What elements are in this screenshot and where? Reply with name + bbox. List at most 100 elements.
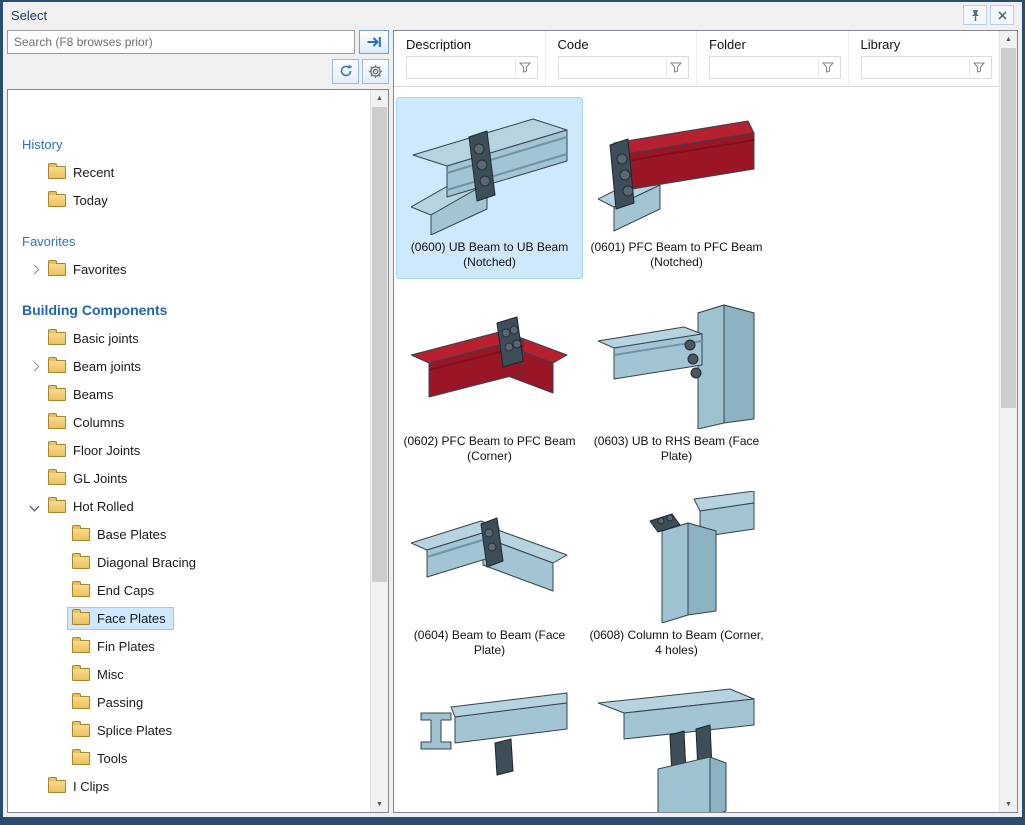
tree-item-passing[interactable]: Passing (16, 688, 370, 716)
tree-item-gl-joints[interactable]: GL Joints (16, 464, 370, 492)
tree-item-label: Beam joints (73, 359, 141, 374)
tree-item-end-caps[interactable]: End Caps (16, 576, 370, 604)
tree-gap (16, 214, 370, 227)
tree-scrollbar[interactable]: ▲ ▼ (370, 90, 388, 812)
description-filter-input[interactable] (406, 56, 538, 79)
refresh-icon (339, 64, 353, 78)
tree-item-beam-joints[interactable]: Beam joints (16, 352, 370, 380)
chevron-right-icon (30, 264, 40, 274)
tree-item-label: Base Plates (97, 527, 166, 542)
tree-item-beams[interactable]: Beams (16, 380, 370, 408)
tree-section-history[interactable]: History (16, 130, 370, 158)
tree-scroll-thumb[interactable] (372, 107, 387, 582)
tree-item-floor-joints[interactable]: Floor Joints (16, 436, 370, 464)
thumbnail-partial-2-image (598, 685, 756, 812)
tree-section-label: Favorites (22, 234, 75, 249)
tree-item-splice-plates[interactable]: Splice Plates (16, 716, 370, 744)
tree-item-tools[interactable]: Tools (16, 744, 370, 772)
funnel-icon (670, 62, 682, 73)
tree-item-misc[interactable]: Misc (16, 660, 370, 688)
folder-icon (72, 640, 90, 653)
close-icon (997, 10, 1008, 21)
component-tile-0602[interactable]: (0602) PFC Beam to PFC Beam (Corner) (396, 291, 583, 473)
component-tile-0608[interactable]: (0608) Column to Beam (Corner, 4 holes) (583, 485, 770, 667)
search-go-button[interactable] (359, 30, 389, 54)
chevron-right-icon (30, 361, 40, 371)
expand-toggle[interactable] (26, 363, 43, 370)
tree-item-base-plates[interactable]: Base Plates (16, 520, 370, 548)
folder-icon (48, 263, 66, 276)
column-library[interactable]: Library (848, 31, 1000, 86)
catalog-tree: History Recent Today Favorites F (7, 89, 389, 813)
tree-item-label: GL Joints (73, 471, 127, 486)
tree-item-face-plates[interactable]: Face Plates (16, 604, 370, 632)
arrow-right-icon (366, 35, 382, 49)
tree-item-favorites[interactable]: Favorites (16, 255, 370, 283)
folder-icon (72, 752, 90, 765)
tree-item-recent[interactable]: Recent (16, 158, 370, 186)
folder-icon (48, 332, 66, 345)
scroll-up-icon[interactable]: ▲ (371, 90, 388, 106)
component-caption: (0603) UB to RHS Beam (Face Plate) (589, 434, 765, 466)
tree-item-label: Fin Plates (97, 639, 155, 654)
component-tile-partial-2[interactable] (583, 679, 770, 812)
column-label: Description (406, 37, 538, 52)
scroll-up-icon[interactable]: ▲ (1000, 31, 1017, 47)
collapse-toggle[interactable] (26, 503, 43, 510)
tree-section-building-components[interactable]: Building Components (16, 296, 370, 324)
component-tile-0600[interactable]: (0600) UB Beam to UB Beam (Notched) (396, 97, 583, 279)
scroll-down-icon[interactable]: ▼ (371, 796, 388, 812)
component-tile-0603[interactable]: (0603) UB to RHS Beam (Face Plate) (583, 291, 770, 473)
close-button[interactable] (990, 5, 1014, 25)
filter-button[interactable] (969, 59, 988, 76)
code-filter-input[interactable] (558, 56, 690, 79)
thumbnail-0601-image (598, 103, 756, 235)
tree-item-fin-plates[interactable]: Fin Plates (16, 632, 370, 660)
refresh-button[interactable] (332, 59, 359, 84)
tree-section-favorites[interactable]: Favorites (16, 227, 370, 255)
grid-scroll-thumb[interactable] (1001, 48, 1016, 408)
component-browser: Description Code F (393, 30, 1018, 813)
tree-item-diagonal-bracing[interactable]: Diagonal Bracing (16, 548, 370, 576)
grid-scrollbar[interactable]: ▲ ▼ (999, 31, 1017, 812)
funnel-icon (973, 62, 985, 73)
folder-icon (72, 528, 90, 541)
tree-item-columns[interactable]: Columns (16, 408, 370, 436)
pin-button[interactable] (963, 5, 987, 25)
scroll-down-icon[interactable]: ▼ (1000, 796, 1017, 812)
pin-icon (969, 9, 982, 22)
component-tile-0604[interactable]: (0604) Beam to Beam (Face Plate) (396, 485, 583, 667)
component-tile-partial-1[interactable] (396, 679, 583, 812)
tree-item-hot-rolled[interactable]: Hot Rolled (16, 492, 370, 520)
folder-icon (48, 194, 66, 207)
chevron-down-icon (30, 501, 40, 511)
tree-section-label: Building Components (22, 302, 167, 318)
tree-item-today[interactable]: Today (16, 186, 370, 214)
tree-item-i-clips[interactable]: I Clips (16, 772, 370, 800)
folder-icon (48, 416, 66, 429)
filter-button[interactable] (515, 59, 534, 76)
window-title: Select (11, 8, 47, 23)
settings-button[interactable] (362, 59, 389, 84)
select-window: Select (0, 0, 1025, 825)
search-input[interactable] (7, 30, 355, 54)
filter-button[interactable] (666, 59, 685, 76)
tree-item-label: Diagonal Bracing (97, 555, 196, 570)
thumbnail-0608-image (598, 491, 756, 623)
folder-filter-input[interactable] (709, 56, 841, 79)
titlebar[interactable]: Select (3, 2, 1022, 28)
folder-icon (72, 556, 90, 569)
library-filter-input[interactable] (861, 56, 993, 79)
folder-icon (48, 444, 66, 457)
tree-item-label: Floor Joints (73, 443, 140, 458)
column-folder[interactable]: Folder (696, 31, 848, 86)
component-tile-0601[interactable]: (0601) PFC Beam to PFC Beam (Notched) (583, 97, 770, 279)
tree-item-basic-joints[interactable]: Basic joints (16, 324, 370, 352)
component-caption: (0601) PFC Beam to PFC Beam (Notched) (589, 240, 765, 272)
column-code[interactable]: Code (545, 31, 697, 86)
tree-item-label: Favorites (73, 262, 126, 277)
column-description[interactable]: Description (394, 31, 545, 86)
expand-toggle[interactable] (26, 266, 43, 273)
column-label: Library (861, 37, 993, 52)
filter-button[interactable] (818, 59, 837, 76)
